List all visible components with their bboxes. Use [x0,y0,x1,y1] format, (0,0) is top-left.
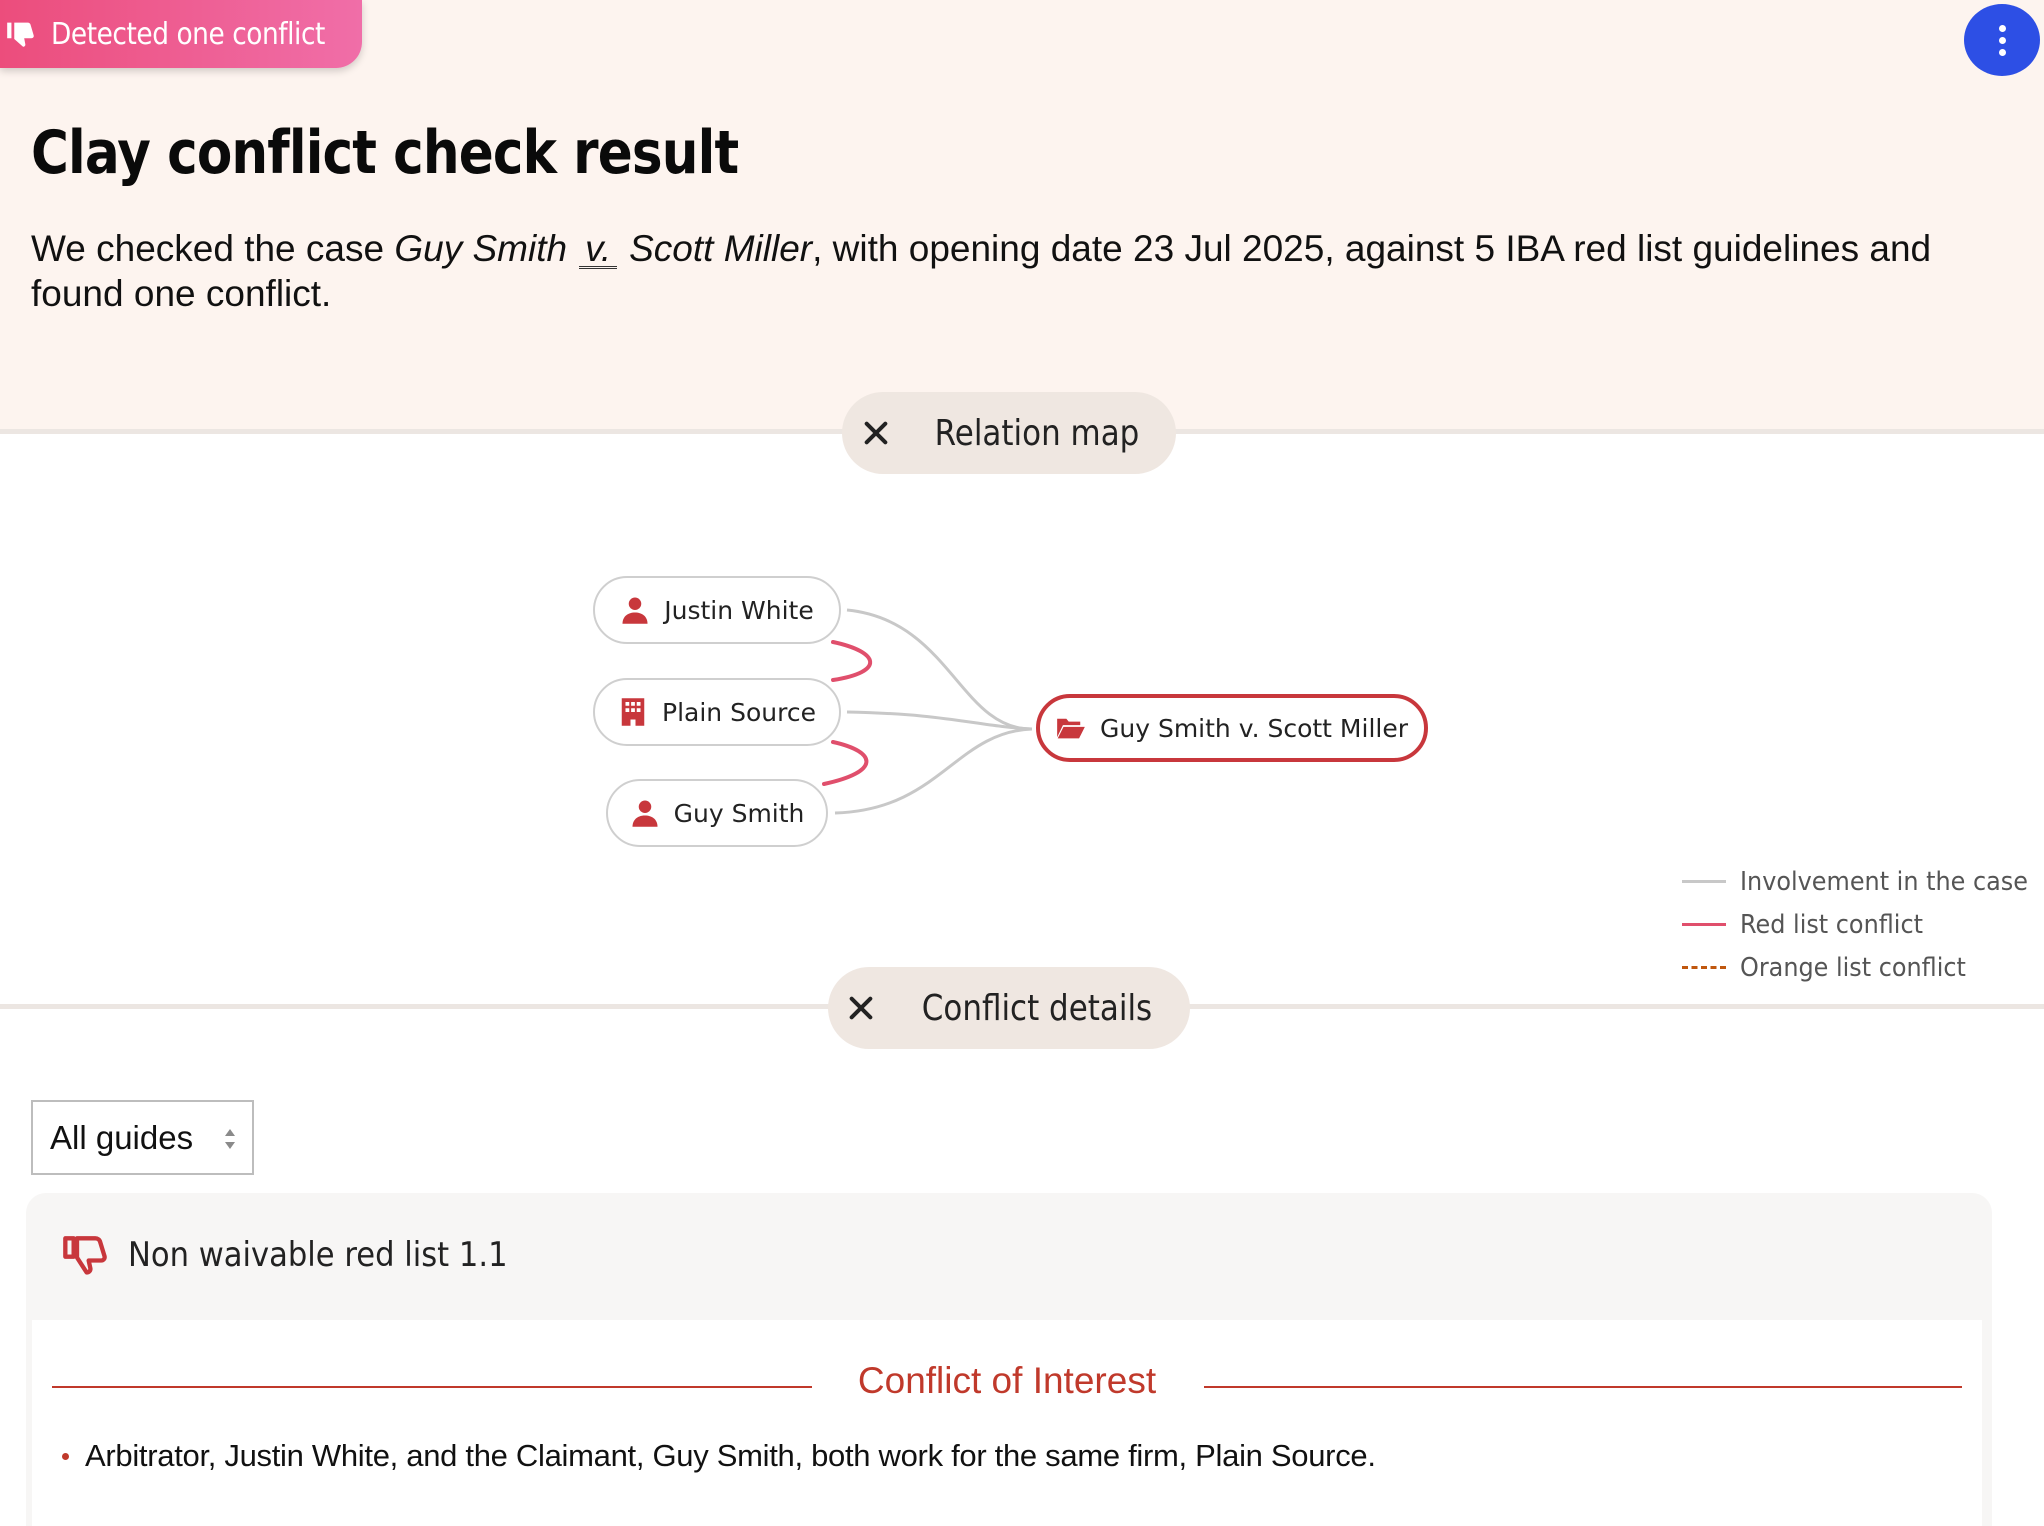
edge-involvement [834,727,1033,815]
relation-legend: Involvement in the case Red list conflic… [1682,860,2044,989]
relation-map-toggle[interactable]: Relation map [842,392,1176,474]
person-icon [632,800,658,827]
node-label: Justin White [664,595,814,625]
legend-label: Orange list conflict [1740,952,1966,983]
node-plain-source[interactable]: Plain Source [593,678,841,746]
legend-swatch [1682,923,1726,926]
guideline-name: Non waivable red list 1.1 [128,1235,508,1275]
guideline-header[interactable]: Non waivable red list 1.1 [62,1233,550,1277]
edge-involvement [846,710,1033,731]
folder-open-icon [1057,718,1085,739]
respondent-name: Scott Miller [629,228,813,269]
node-label: Guy Smith v. Scott Miller [1100,713,1408,743]
sort-arrows-icon [225,1129,235,1149]
summary-prefix: We checked the case [31,228,385,269]
close-icon [849,996,873,1020]
node-guy-smith[interactable]: Guy Smith [606,779,828,847]
conflict-details-toggle[interactable]: Conflict details [828,967,1190,1049]
claimant-name: Guy Smith [394,228,568,269]
building-icon [621,698,645,726]
conflict-status-badge: Detected one conflict [0,0,362,68]
node-justin-white[interactable]: Justin White [593,576,841,644]
vertical-dots-icon [1998,24,2006,32]
edge-red-list-conflict [831,640,873,682]
relation-map-label: Relation map [934,412,1140,454]
legend-label: Red list conflict [1740,909,1923,940]
legend-item: Involvement in the case [1682,860,2044,903]
thumbs-down-icon [7,22,34,47]
guideline-card: Non waivable red list 1.1 Conflict of In… [26,1193,1992,1526]
guideline-body: Conflict of Interest Arbitrator, Justin … [32,1320,1982,1526]
conflict-description: Arbitrator, Justin White, and the Claima… [85,1438,1376,1473]
conflict-details-label: Conflict details [921,987,1153,1029]
person-icon [622,597,648,624]
conflict-heading: Conflict of Interest [32,1360,1982,1410]
legend-item: Red list conflict [1682,903,2044,946]
bullet-dot [62,1452,69,1460]
select-value: All guides [50,1118,194,1156]
legend-item: Orange list conflict [1682,946,2044,989]
badge-label: Detected one conflict [50,16,325,52]
more-options-button[interactable] [1964,4,2040,76]
check-summary: We checked the case Guy Smith v. Scott Mil… [31,226,2011,316]
guide-filter-select[interactable]: All guides [31,1100,254,1175]
conflict-heading-label: Conflict of Interest [821,1360,1193,1401]
node-label: Guy Smith [673,798,805,828]
legend-swatch [1682,880,1726,883]
list-item: Arbitrator, Justin White, and the Claima… [62,1438,1376,1474]
versus-marker: v. [579,230,618,269]
edge-involvement [846,608,1033,731]
edge-red-list-conflict [822,740,869,786]
legend-swatch [1682,966,1726,969]
node-label: Plain Source [662,697,816,727]
legend-label: Involvement in the case [1740,866,2028,897]
node-case[interactable]: Guy Smith v. Scott Miller [1036,694,1428,762]
close-icon [864,421,888,445]
thumbs-down-icon [63,1236,107,1275]
page-title: Clay conflict check result [31,118,739,188]
